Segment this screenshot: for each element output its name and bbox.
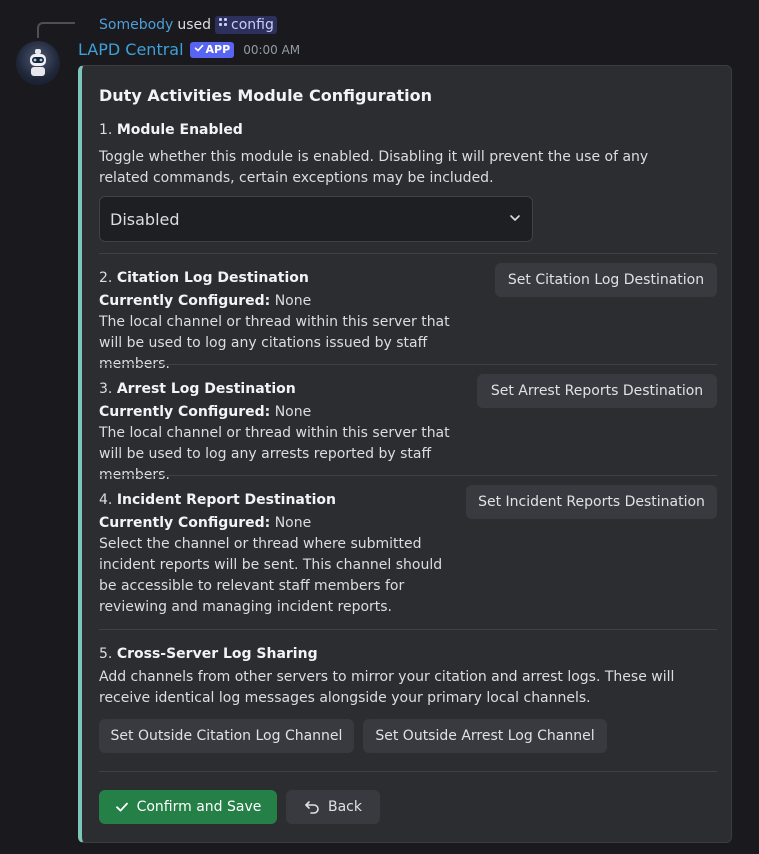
back-arrow-icon	[304, 800, 320, 814]
embed-title: Duty Activities Module Configuration	[99, 86, 433, 105]
section-heading: 5. Cross-Server Log Sharing	[99, 645, 717, 663]
section-description: Select the channel or thread where submi…	[99, 536, 443, 615]
module-enabled-select[interactable]: Disabled	[99, 196, 533, 242]
section-description: Add channels from other servers to mirro…	[99, 669, 675, 706]
embed-card: Duty Activities Module Configuration 1. …	[78, 65, 732, 843]
check-icon	[115, 800, 129, 814]
set-arrest-reports-button[interactable]: Set Arrest Reports Destination	[477, 374, 717, 408]
back-button[interactable]: Back	[286, 790, 380, 824]
set-citation-log-button[interactable]: Set Citation Log Destination	[495, 263, 717, 297]
set-incident-reports-button[interactable]: Set Incident Reports Destination	[466, 485, 717, 519]
configured-label: Currently Configured:	[99, 515, 271, 531]
set-outside-arrest-button[interactable]: Set Outside Arrest Log Channel	[363, 719, 607, 753]
reply-verb: used	[177, 17, 211, 33]
section-description: The local channel or thread within this …	[99, 425, 450, 483]
bot-avatar[interactable]	[16, 41, 60, 85]
reply-context[interactable]: Somebody used config	[99, 16, 277, 34]
reply-user[interactable]: Somebody	[99, 16, 173, 34]
section-cross-server: 5. Cross-Server Log Sharing Add channels…	[99, 645, 717, 709]
configured-label: Currently Configured:	[99, 293, 271, 309]
section-description: The local channel or thread within this …	[99, 314, 450, 372]
configured-label: Currently Configured:	[99, 404, 271, 420]
confirm-save-button[interactable]: Confirm and Save	[99, 790, 277, 824]
bot-name[interactable]: LAPD Central	[78, 40, 184, 59]
check-icon	[194, 43, 204, 56]
chevron-down-icon	[508, 210, 522, 229]
section-title: Citation Log Destination	[116, 270, 309, 286]
divider	[99, 364, 717, 365]
command-name: config	[231, 17, 274, 33]
command-icon	[218, 16, 228, 34]
section-title: Cross-Server Log Sharing	[116, 646, 318, 662]
section-title: Module Enabled	[116, 122, 243, 138]
section-number: 3.	[99, 381, 113, 397]
section-number: 1.	[99, 122, 113, 138]
reply-connector	[37, 22, 75, 38]
set-outside-citation-button[interactable]: Set Outside Citation Log Channel	[99, 719, 354, 753]
app-badge: APP	[189, 41, 235, 58]
configured-value: None	[274, 293, 312, 309]
configured-value: None	[274, 404, 312, 420]
section-module-enabled: 1. Module Enabled Toggle whether this mo…	[99, 121, 717, 189]
timestamp: 00:00 AM	[243, 42, 301, 57]
configured-value: None	[274, 515, 312, 531]
back-label: Back	[328, 799, 362, 815]
select-value: Disabled	[110, 209, 180, 229]
section-heading: 1. Module Enabled	[99, 121, 717, 139]
section-number: 5.	[99, 646, 113, 662]
divider	[99, 629, 717, 630]
section-number: 4.	[99, 492, 113, 508]
divider	[99, 253, 717, 254]
section-description: Toggle whether this module is enabled. D…	[99, 149, 649, 186]
section-title: Arrest Log Destination	[116, 381, 296, 397]
section-number: 2.	[99, 270, 113, 286]
divider	[99, 475, 717, 476]
message-header: LAPD Central APP 00:00 AM	[78, 40, 300, 59]
section-title: Incident Report Destination	[116, 492, 336, 508]
badge-label: APP	[205, 43, 231, 56]
divider	[99, 771, 717, 772]
command-mention[interactable]: config	[215, 16, 277, 34]
confirm-save-label: Confirm and Save	[136, 799, 262, 815]
